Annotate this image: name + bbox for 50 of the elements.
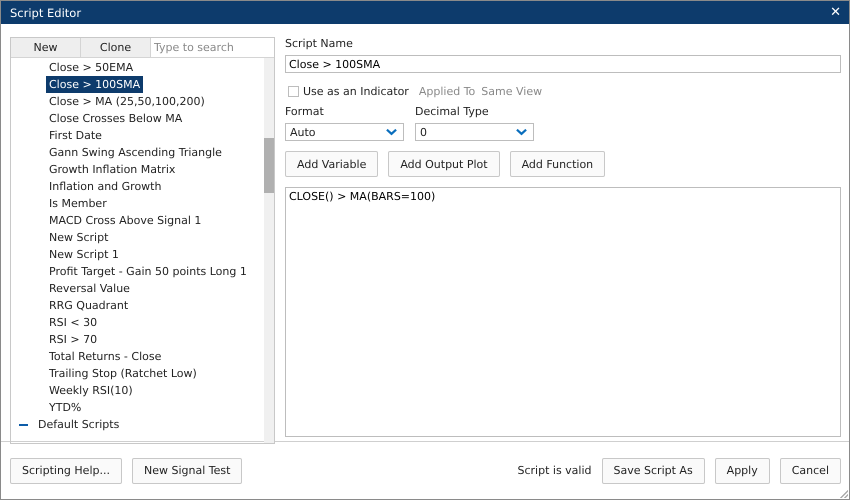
script-list-item[interactable]: RRG Quadrant (46, 297, 132, 314)
script-list-item[interactable]: Total Returns - Close (46, 348, 164, 365)
script-list-item[interactable]: First Date (46, 127, 105, 144)
footer-button[interactable]: Cancel (780, 458, 841, 484)
window-title: Script Editor (10, 6, 82, 20)
script-list-item[interactable]: RSI > 70 (46, 331, 100, 348)
script-list-item[interactable]: MACD Cross Above Signal 1 (46, 212, 204, 229)
checkbox[interactable] (288, 86, 299, 96)
checkbox-label: Use as an Indicator (303, 84, 409, 98)
chevron-down-icon (516, 128, 527, 136)
chevron-down-icon (386, 128, 397, 136)
field-label: Decimal Type (415, 105, 490, 118)
footer-button[interactable]: Scripting Help... (10, 458, 122, 484)
action-button[interactable]: Add Function (510, 151, 606, 177)
script-name-field[interactable]: Close > 100SMA (285, 55, 841, 73)
script-list-item[interactable]: Close Crosses Below MA (46, 110, 186, 127)
script-list-item[interactable]: Profit Target - Gain 50 points Long 1 (46, 263, 250, 280)
close-button[interactable]: ✕ (828, 5, 843, 20)
script-list-item[interactable]: Is Member (46, 195, 110, 212)
code-editor[interactable]: CLOSE() > MA(BARS=100) (285, 187, 841, 437)
action-button[interactable]: Add Output Plot (388, 151, 500, 177)
scrollbar-thumb[interactable] (264, 138, 274, 193)
toolbar-button[interactable]: Clone (81, 38, 151, 58)
toolbar-button[interactable]: New (11, 38, 81, 58)
script-list-item[interactable]: Gann Swing Ascending Triangle (46, 144, 225, 161)
script-list-item[interactable]: Inflation and Growth (46, 178, 164, 195)
script-list-item[interactable]: Weekly RSI(10) (46, 382, 136, 399)
applied-to-value: Same View (481, 84, 542, 98)
script-list-item[interactable]: Close > MA (25,50,100,200) (46, 93, 208, 110)
dropdown[interactable]: 0 (415, 123, 534, 141)
script-list-item[interactable]: Growth Inflation Matrix (46, 161, 178, 178)
script-list-item[interactable]: Reversal Value (46, 280, 133, 297)
script-list-item[interactable]: Close > 50EMA (46, 59, 136, 76)
scrollbar[interactable] (264, 58, 274, 443)
footer-button[interactable]: Save Script As (602, 458, 705, 484)
script-list-item[interactable]: New Script (46, 229, 112, 246)
folder-item[interactable]: Default Scripts (35, 416, 122, 433)
field-label: Script Name (285, 37, 354, 50)
applied-to-label: Applied To (418, 84, 476, 98)
script-list-item[interactable]: New Script 1 (46, 246, 122, 263)
dropdown[interactable]: Auto (285, 123, 404, 141)
footer-button[interactable]: Apply (714, 458, 770, 484)
action-button[interactable]: Add Variable (285, 151, 378, 177)
script-list-item[interactable]: Trailing Stop (Ratchet Low) (46, 365, 200, 382)
script-list-item[interactable]: YTD% (46, 399, 84, 416)
field-label: Format (285, 105, 325, 118)
footer-button[interactable]: New Signal Test (132, 458, 242, 484)
script-list-item[interactable]: RSI < 30 (46, 314, 100, 331)
script-list-item[interactable]: Close > 100SMA (46, 76, 144, 93)
status-text: Script is valid (517, 464, 592, 477)
